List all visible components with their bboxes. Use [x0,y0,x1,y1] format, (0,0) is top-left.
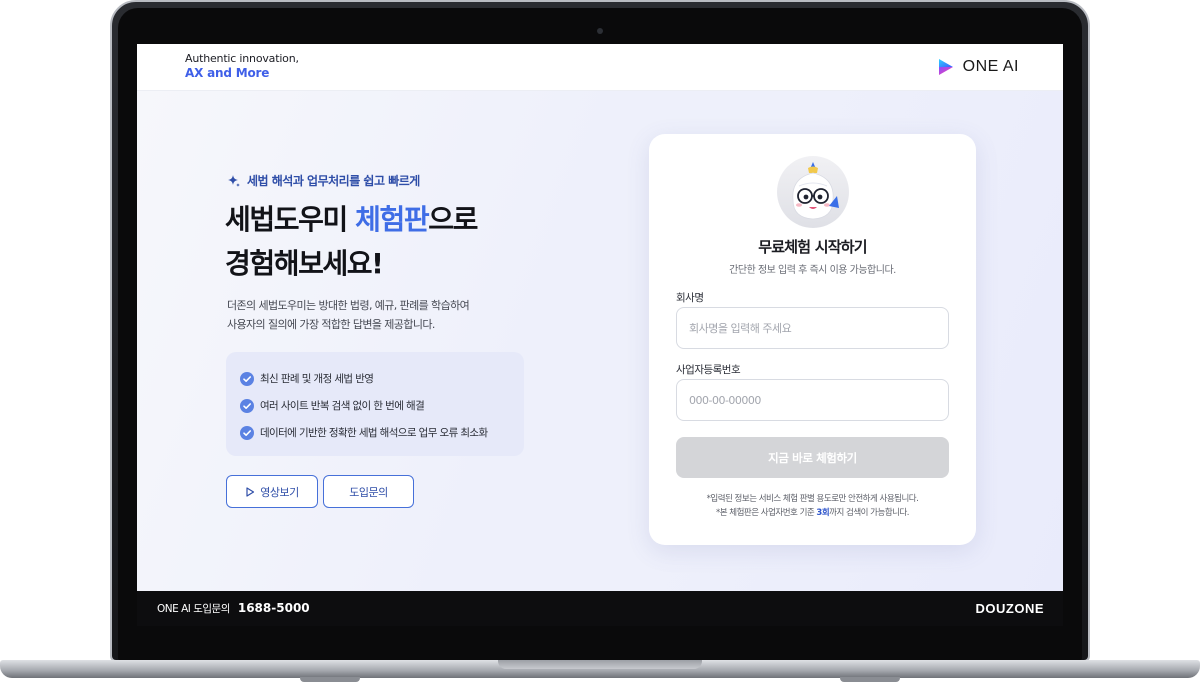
brand-logo[interactable]: ONE AI [936,57,1019,77]
tagline-line-2: AX and More [185,66,270,80]
company-label: 회사명 [676,292,704,304]
eyebrow-text: 세법 해석과 업무처리를 쉽고 빠르게 [247,174,420,188]
limit-note-suffix: 까지 검색이 가능합니다. [829,508,909,518]
feature-text: 데이터에 기반한 정확한 세법 해석으로 업무 오류 최소화 [260,427,488,439]
video-button[interactable]: 영상보기 [226,475,318,508]
inquiry-button[interactable]: 도입문의 [323,475,414,508]
laptop-notch [498,660,702,669]
tagline: Authentic innovation, AX and More [185,52,299,80]
footer-contact: ONE AI 도입문의 1688-5000 [157,601,310,616]
one-ai-logo-icon [938,59,953,75]
feature-item: 최신 판례 및 개정 세법 반영 [240,365,510,392]
mascot-icon [792,162,839,220]
inquiry-button-label: 도입문의 [349,486,388,499]
tagline-line-1: Authentic innovation, [185,52,299,65]
description-line-1: 더존의 세법도우미는 방대한 법령, 예규, 판례를 학습하여 [227,299,470,312]
business-number-label: 사업자등록번호 [676,364,741,376]
screen: Authentic innovation, AX and More ONE AI… [137,44,1063,626]
limit-note-count: 3회 [816,508,830,518]
hero-description: 더존의 세법도우미는 방대한 법령, 예규, 판례를 학습하여 사용자의 질의에… [227,296,470,334]
douzone-logo[interactable]: DOUZONE [976,601,1045,616]
headline-line-1: 세법도우미 체험판으로 [225,198,478,242]
check-circle-icon [240,425,254,440]
sparkle-icon [228,174,240,187]
laptop-foot-left [300,677,360,682]
business-number-input[interactable] [676,379,949,421]
check-circle-icon [240,398,254,413]
play-icon [246,486,255,497]
hero-headline: 세법도우미 체험판으로 경험해보세요! [225,198,478,286]
description-line-2: 사용자의 질의에 가장 적합한 답변을 제공합니다. [227,318,435,331]
footer-inquiry-label: ONE AI 도입문의 [157,603,230,615]
video-button-label: 영상보기 [260,486,299,499]
limit-note-prefix: *본 체험판은 사업자번호 기준 [716,508,817,518]
company-name-input[interactable] [676,307,949,349]
footer-phone[interactable]: 1688-5000 [238,601,310,615]
card-subtitle: 간단한 정보 입력 후 즉시 이용 가능합니다. [729,265,896,276]
hero-eyebrow: 세법 해석과 업무처리를 쉽고 빠르게 [227,172,420,189]
feature-text: 여러 사이트 반복 검색 없이 한 번에 해결 [260,400,425,412]
start-trial-button[interactable]: 지금 바로 체험하기 [676,437,949,478]
feature-item: 여러 사이트 반복 검색 없이 한 번에 해결 [240,392,510,419]
headline-line-2: 경험해보세요! [225,247,384,280]
camera-icon [597,28,603,34]
privacy-note: *입력된 정보는 서비스 체험 판별 용도로만 안전하게 사용됩니다. [706,494,919,504]
site-footer: ONE AI 도입문의 1688-5000 DOUZONE [137,591,1063,626]
brand-name: ONE AI [962,58,1019,75]
mascot-avatar [777,156,849,228]
site-header: Authentic innovation, AX and More ONE AI [137,44,1063,91]
headline-part-1: 세법도우미 [225,203,356,236]
check-circle-icon [240,371,254,386]
laptop-foot-right [840,677,900,682]
trial-signup-card: 무료체험 시작하기 간단한 정보 입력 후 즉시 이용 가능합니다. 회사명 사… [649,134,976,545]
feature-item: 데이터에 기반한 정확한 세법 해석으로 업무 오류 최소화 [240,419,510,446]
feature-list: 최신 판례 및 개정 세법 반영 여러 사이트 반복 검색 없이 한 번에 해결… [226,352,524,456]
headline-highlight: 체험판 [355,203,429,236]
card-title: 무료체험 시작하기 [758,238,867,256]
headline-part-2: 으로 [428,203,478,236]
feature-text: 최신 판례 및 개정 세법 반영 [260,373,374,385]
limit-note: *본 체험판은 사업자번호 기준 3회까지 검색이 가능합니다. [649,506,976,518]
